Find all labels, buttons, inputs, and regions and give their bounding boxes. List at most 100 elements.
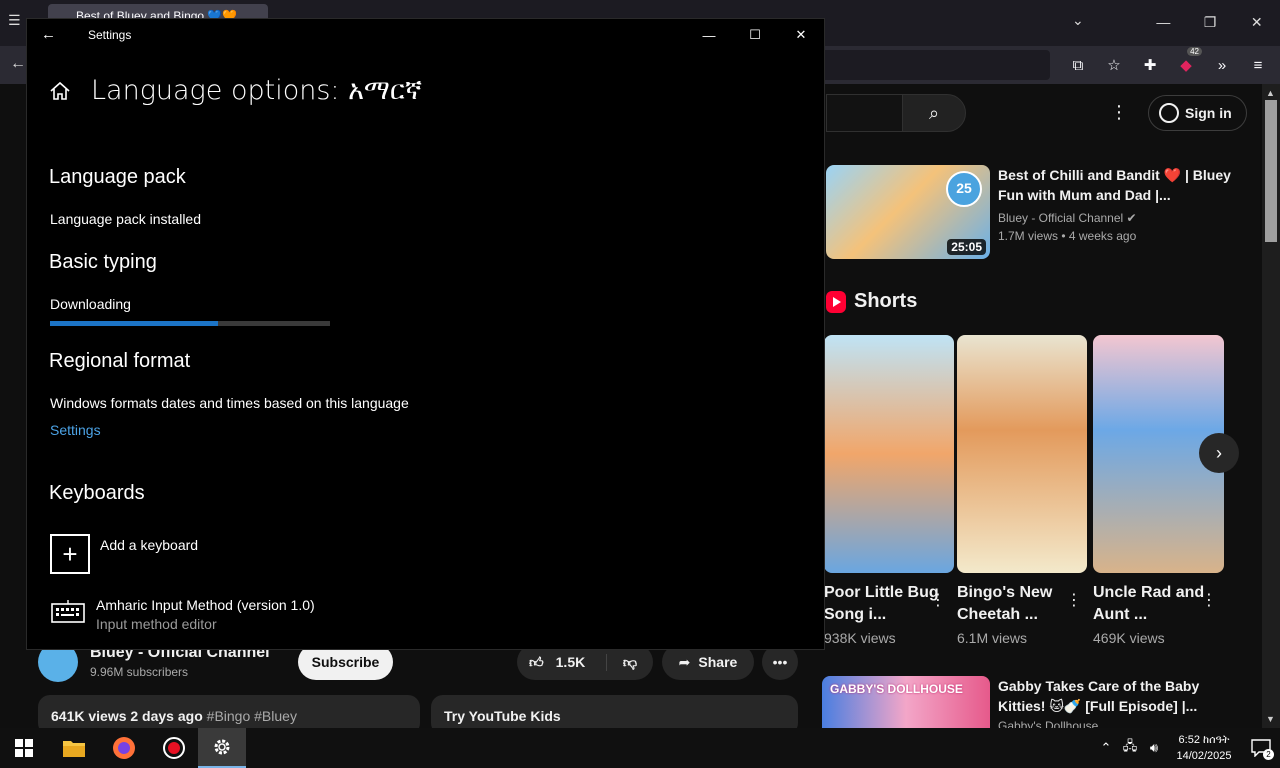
taskbar: ⌃ 🖧︎ 🔊︎ 6:52 ከሰዓት 14/02/2025 2: [0, 728, 1280, 768]
thumbnail-logo-text: GABBY'S DOLLHOUSE: [830, 682, 963, 696]
share-icon: ➦: [678, 653, 691, 670]
like-count: 1.5K: [555, 654, 586, 670]
regional-format-description: Windows formats dates and times based on…: [50, 395, 409, 411]
back-arrow-icon[interactable]: ←: [41, 26, 59, 44]
video-stats: 1.7M views • 4 weeks ago: [998, 229, 1137, 243]
chevron-up-icon[interactable]: ⌃: [1094, 728, 1118, 768]
clock[interactable]: 6:52 ከሰዓት 14/02/2025: [1166, 732, 1242, 764]
shorts-title: Shorts: [854, 290, 918, 312]
more-tools-icon[interactable]: »: [1210, 53, 1234, 77]
more-vert-icon[interactable]: ⋮: [1110, 102, 1128, 123]
recommended-video[interactable]: GABBY'S DOLLHOUSE Gabby Takes Care of th…: [822, 676, 1262, 728]
system-tray: ⌃ 🖧︎ 🔊︎ 6:52 ከሰዓት 14/02/2025 2: [1094, 728, 1280, 768]
windows-start-icon[interactable]: [0, 728, 48, 768]
chevron-down-icon[interactable]: ⌄: [1072, 12, 1084, 29]
notification-count: 2: [1263, 749, 1274, 760]
search-input[interactable]: [826, 94, 902, 132]
settings-gear-icon[interactable]: [198, 728, 246, 768]
notification-icon[interactable]: 2: [1242, 728, 1280, 768]
minutes-badge: 25: [946, 171, 982, 207]
firefox-icon[interactable]: [100, 728, 148, 768]
short-views: 938K views: [824, 630, 896, 646]
extensions-icon[interactable]: ✚: [1138, 53, 1162, 77]
video-title[interactable]: Gabby Takes Care of the Baby Kitties! 🐱🍼…: [998, 676, 1238, 716]
volume-icon[interactable]: 🔊︎: [1142, 728, 1166, 768]
network-icon[interactable]: 🖧︎: [1118, 728, 1142, 768]
regional-format-heading: Regional format: [49, 350, 191, 372]
settings-title-bar: ← Settings — ☐ ✕: [27, 19, 824, 51]
bookmark-star-icon[interactable]: ☆: [1102, 53, 1126, 77]
sign-in-button[interactable]: Sign in: [1148, 95, 1247, 131]
short-thumbnail[interactable]: [957, 335, 1087, 573]
short-views: 6.1M views: [957, 630, 1028, 646]
thumbs-up-icon: 👍︎: [529, 653, 544, 670]
dislike-button[interactable]: 👎︎: [607, 654, 653, 671]
progress-fill: [50, 321, 218, 326]
minimize-icon[interactable]: —: [1140, 0, 1187, 44]
restore-icon[interactable]: ❐: [1187, 0, 1234, 44]
download-progress-bar: [50, 321, 330, 326]
browser-window-controls: — ❐ ✕: [1140, 0, 1280, 44]
file-explorer-icon[interactable]: [50, 728, 98, 768]
more-vert-icon[interactable]: ⋮: [930, 590, 946, 610]
description-tags[interactable]: #Bingo #Bluey: [207, 708, 297, 724]
basic-typing-status: Downloading: [50, 296, 131, 312]
extension-badge: 42: [1187, 47, 1202, 56]
page-scrollbar[interactable]: ▲ ▼: [1262, 84, 1280, 728]
thumbs-down-icon: 👎︎: [622, 653, 638, 670]
picture-in-picture-icon[interactable]: ⧉: [1066, 53, 1090, 77]
close-icon[interactable]: ✕: [778, 19, 824, 51]
short-views: 469K views: [1093, 630, 1165, 646]
description-stats: 641K views 2 days ago: [51, 708, 203, 724]
language-pack-heading: Language pack: [49, 166, 186, 188]
maximize-icon[interactable]: ☐: [732, 19, 778, 51]
page-title: Language options: አማርኛ: [91, 75, 423, 106]
scroll-down-icon[interactable]: ▼: [1266, 714, 1275, 724]
settings-window-controls: — ☐ ✕: [686, 19, 824, 51]
scroll-up-icon[interactable]: ▲: [1266, 88, 1275, 98]
back-arrow-icon[interactable]: ←: [10, 55, 26, 73]
window-title: Settings: [88, 28, 132, 42]
add-keyboard-button[interactable]: Add a keyboard: [100, 537, 198, 553]
screen-recorder-icon[interactable]: [150, 728, 198, 768]
keyboards-heading: Keyboards: [49, 482, 145, 504]
basic-typing-heading: Basic typing: [49, 251, 157, 273]
search-icon[interactable]: ⌕: [902, 94, 966, 132]
language-pack-status: Language pack installed: [50, 211, 202, 227]
clock-date: 14/02/2025: [1176, 750, 1232, 762]
tab-list-icon[interactable]: ☰: [8, 12, 28, 32]
share-label: Share: [698, 654, 738, 670]
video-thumbnail[interactable]: 25 25:05: [826, 165, 990, 259]
subscriber-count: 9.96M subscribers: [90, 665, 189, 679]
short-thumbnail[interactable]: [824, 335, 954, 573]
keyboard-item-type: Input method editor: [96, 616, 217, 632]
channel-name[interactable]: Gabby's Dollhouse: [998, 716, 1238, 728]
more-vert-icon[interactable]: ⋮: [1201, 590, 1217, 610]
clock-time: 6:52 ከሰዓት: [1178, 734, 1230, 746]
more-vert-icon[interactable]: ⋮: [1066, 590, 1082, 610]
channel-name[interactable]: Bluey - Official Channel: [998, 211, 1123, 225]
home-icon[interactable]: [49, 80, 71, 102]
video-title[interactable]: Best of Chilli and Bandit ❤️ | Bluey Fun…: [998, 165, 1238, 205]
chevron-right-icon[interactable]: ›: [1199, 433, 1239, 473]
keyboard-icon: [51, 599, 85, 623]
close-icon[interactable]: ✕: [1233, 0, 1280, 44]
like-button[interactable]: 👍︎ 1.5K: [517, 653, 607, 671]
plus-icon[interactable]: +: [50, 534, 90, 574]
ublock-extension-icon[interactable]: ◆ 42: [1174, 47, 1202, 77]
regional-settings-link[interactable]: Settings: [50, 422, 101, 438]
video-duration: 25:05: [947, 239, 986, 255]
shorts-logo-icon: [826, 290, 846, 313]
recommended-video[interactable]: 25 25:05 Best of Chilli and Bandit ❤️ | …: [826, 165, 1256, 260]
scrollbar-thumb[interactable]: [1265, 100, 1277, 242]
browser-toolbar-icons: ⧉ ☆ ✚ ◆ 42 » ≡: [1066, 47, 1270, 77]
settings-window: ← Settings — ☐ ✕ Language options: አማርኛ …: [26, 18, 825, 650]
keyboard-item-name[interactable]: Amharic Input Method (version 1.0): [96, 597, 315, 613]
video-thumbnail[interactable]: GABBY'S DOLLHOUSE: [822, 676, 990, 728]
account-icon: [1159, 103, 1179, 123]
hamburger-menu-icon[interactable]: ≡: [1246, 53, 1270, 77]
minimize-icon[interactable]: —: [686, 19, 732, 51]
shorts-header: Shorts: [826, 290, 917, 313]
sign-in-label: Sign in: [1185, 105, 1232, 121]
verified-icon: ✔: [1126, 211, 1137, 225]
